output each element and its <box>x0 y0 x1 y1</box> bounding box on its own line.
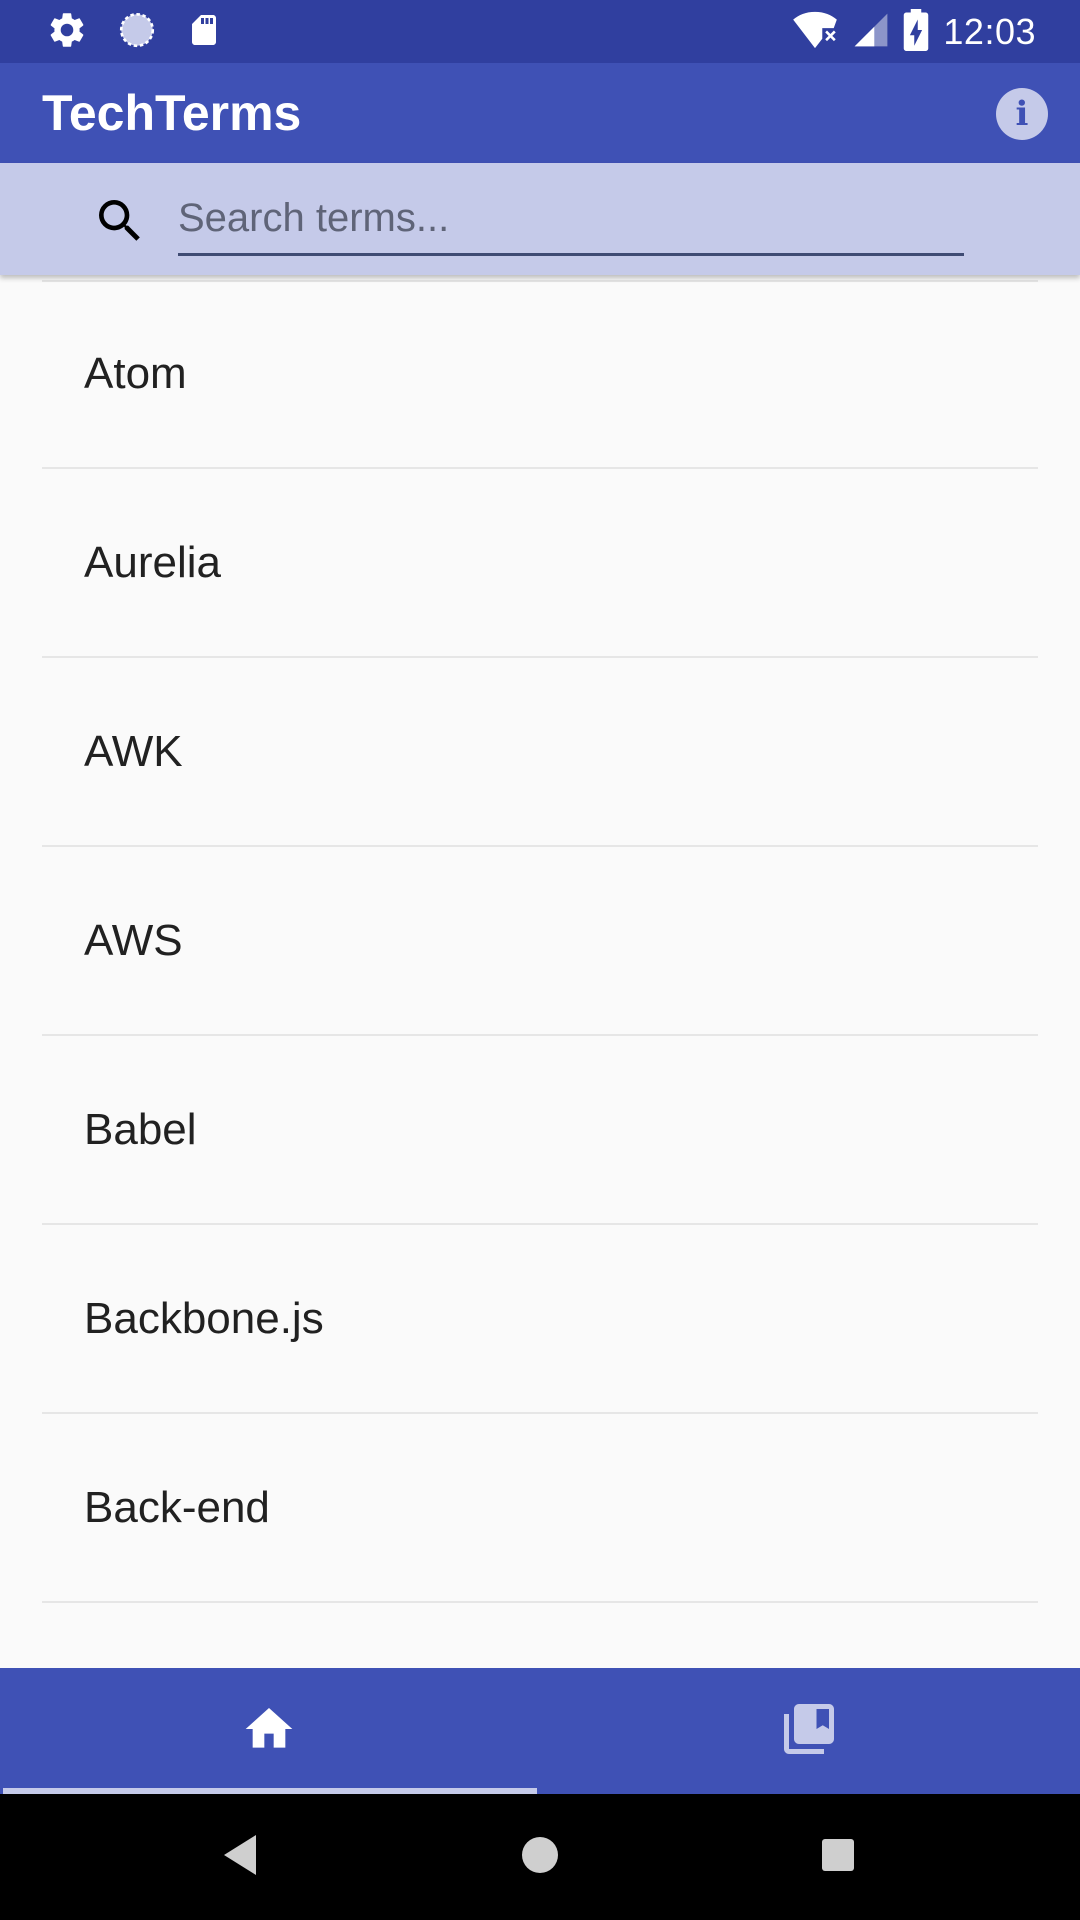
signal-icon <box>853 10 889 55</box>
sync-icon <box>116 9 158 56</box>
search-input[interactable] <box>178 183 964 256</box>
tab-bookmarks[interactable] <box>540 1668 1078 1794</box>
list-item-label: Babel <box>84 1105 197 1154</box>
info-button[interactable]: i <box>996 88 1048 140</box>
list-item-label: AWK <box>84 727 183 776</box>
list-item-label: Aurelia <box>84 538 221 587</box>
home-icon <box>241 1701 297 1762</box>
info-icon: i <box>1015 94 1029 134</box>
app-screen: 12:03 TechTerms i Atom Aurelia AWK <box>0 0 1080 1920</box>
back-icon <box>220 1833 260 1882</box>
bottom-nav <box>0 1668 1080 1794</box>
system-home-button[interactable] <box>510 1827 570 1887</box>
home-circle-icon <box>520 1835 560 1880</box>
list-divider <box>42 1601 1038 1603</box>
wifi-off-icon <box>791 10 839 55</box>
battery-charging-icon <box>903 8 929 56</box>
gear-icon <box>46 9 88 56</box>
list-item[interactable]: AWK <box>0 658 1080 847</box>
status-left-icons <box>46 10 222 54</box>
list-item[interactable]: Aurelia <box>0 469 1080 658</box>
term-list[interactable]: Atom Aurelia AWK AWS Babel Backbone.js B… <box>0 280 1080 1668</box>
system-recents-button[interactable] <box>808 1827 868 1887</box>
list-item-label: AWS <box>84 916 183 965</box>
list-item-label: Atom <box>84 349 187 398</box>
list-item[interactable]: Back-end <box>0 1414 1080 1603</box>
status-right-icons: 12:03 <box>791 8 1036 56</box>
status-bar: 12:03 <box>0 0 1080 63</box>
list-item-label: Back-end <box>84 1483 270 1532</box>
system-back-button[interactable] <box>210 1827 270 1887</box>
app-title: TechTerms <box>42 85 302 141</box>
search-icon <box>92 193 148 249</box>
system-nav-bar <box>0 1794 1080 1920</box>
app-bar: TechTerms i <box>0 63 1080 163</box>
sd-card-icon <box>186 10 222 55</box>
tab-home[interactable] <box>0 1668 538 1794</box>
list-item[interactable]: AWS <box>0 847 1080 1036</box>
list-item[interactable]: Atom <box>0 280 1080 469</box>
status-time: 12:03 <box>943 11 1036 52</box>
list-item[interactable]: Backbone.js <box>0 1225 1080 1414</box>
search-bar <box>0 163 1080 275</box>
list-item-label: Backbone.js <box>84 1294 324 1343</box>
list-item[interactable]: Babel <box>0 1036 1080 1225</box>
bookmarks-icon <box>779 1699 839 1764</box>
recents-icon <box>820 1837 856 1878</box>
